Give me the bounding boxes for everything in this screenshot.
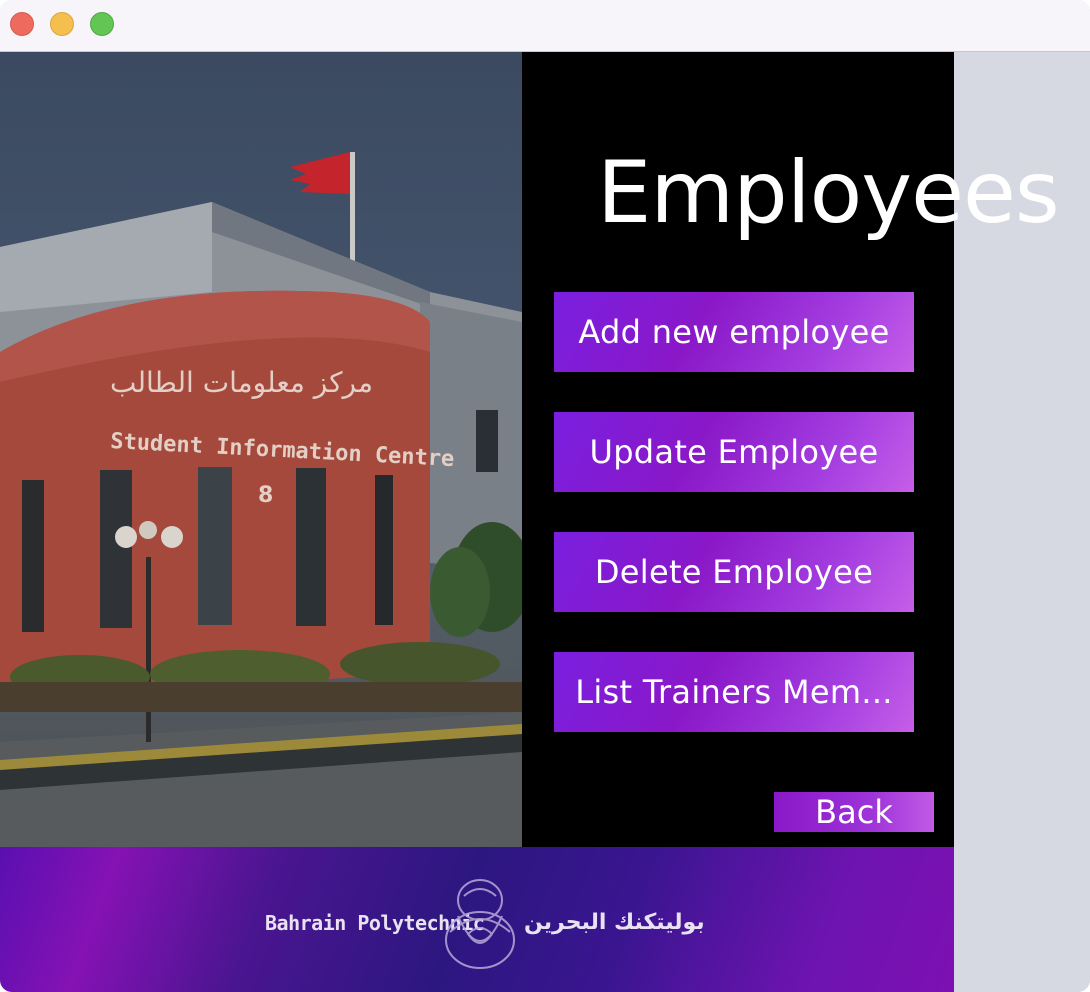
close-icon[interactable] (10, 12, 34, 36)
title-bar (0, 0, 1090, 52)
app-window: مركز معلومات الطالب Student Information … (0, 0, 1090, 992)
list-trainers-button[interactable]: List Trainers Mem... (554, 652, 914, 732)
maximize-icon[interactable] (90, 12, 114, 36)
footer-arabic-name: بوليتكنك البحرين (524, 910, 705, 935)
add-employee-button[interactable]: Add new employee (554, 292, 914, 372)
delete-employee-button[interactable]: Delete Employee (554, 532, 914, 612)
polytechnic-logo-icon (445, 879, 515, 969)
back-button[interactable]: Back (774, 792, 934, 832)
campus-photo: مركز معلومات الطالب Student Information … (0, 52, 522, 847)
sign-arabic-text: مركز معلومات الطالب (110, 366, 373, 399)
building-number: 8 (258, 483, 273, 508)
minimize-icon[interactable] (50, 12, 74, 36)
page-title: Employees (597, 143, 1060, 243)
update-employee-button[interactable]: Update Employee (554, 412, 914, 492)
